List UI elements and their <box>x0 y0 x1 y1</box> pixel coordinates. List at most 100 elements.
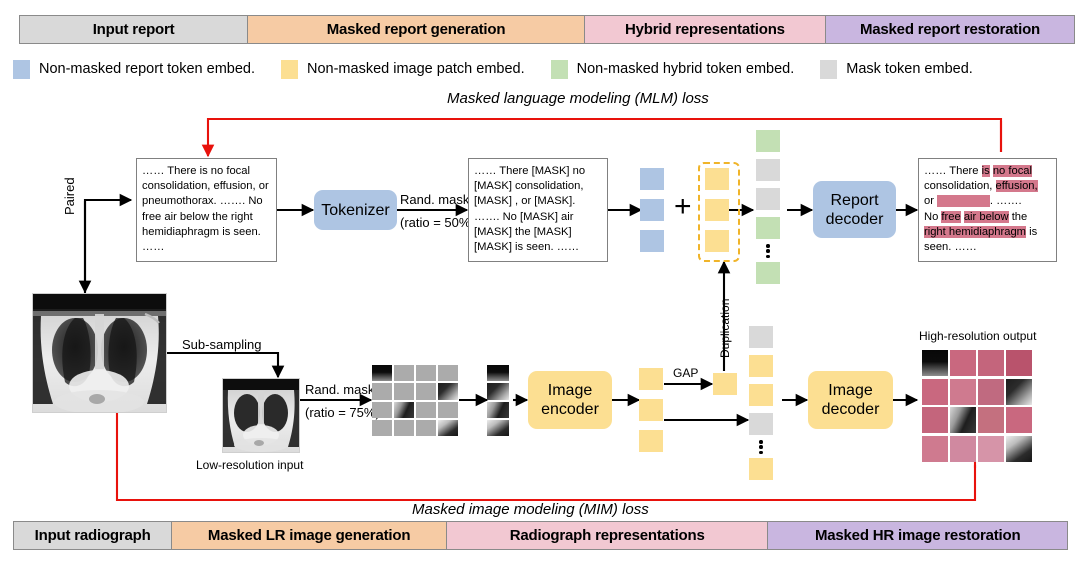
phase-radiograph-representations: Radiograph representations <box>446 522 769 549</box>
patch-reconstructed <box>978 435 1004 462</box>
mask-token <box>749 326 773 348</box>
text-span: No <box>924 210 942 223</box>
restored-report-box: …… There is no focal consolidation, effu… <box>918 158 1057 262</box>
rand-mask-image-line1: Rand. mask <box>305 382 375 397</box>
phase-masked-lr-image-generation: Masked LR image generation <box>172 522 447 549</box>
patch-visible <box>438 383 458 400</box>
tokenizer-module: Tokenizer <box>314 190 397 230</box>
masked-patch-grid <box>372 365 458 436</box>
image-patch-token <box>749 458 773 480</box>
phase-input-radiograph: Input radiograph <box>14 522 173 549</box>
hybrid-token <box>756 262 780 284</box>
visible-patch-strip <box>487 365 509 436</box>
patch-masked <box>394 419 414 436</box>
rand-mask-text-line2: (ratio = 50%) <box>400 215 475 230</box>
high-resolution-output-label: High-resolution output <box>919 329 1037 343</box>
patch-token <box>705 168 729 190</box>
restored-report-line: right hemidiaphragm is <box>924 225 1052 240</box>
patch-visible <box>487 383 509 400</box>
phase-masked-report-restoration: Masked report restoration <box>825 16 1075 43</box>
patch-masked <box>394 365 414 382</box>
duplication-label: Duplication <box>718 298 732 358</box>
gap-token <box>713 373 737 395</box>
phase-masked-hr-image-restoration: Masked HR image restoration <box>768 522 1067 549</box>
report-token <box>640 230 664 252</box>
masked-report-text: …… There [MASK] no [MASK] consolidation,… <box>474 165 586 254</box>
patch-token <box>705 230 729 252</box>
phase-label: Input report <box>92 21 175 38</box>
patch-token <box>705 199 729 221</box>
text-span-highlight: right hemidiaphragm <box>924 225 1026 238</box>
image-patch-token <box>639 399 663 421</box>
phase-label: Masked LR image generation <box>207 527 411 544</box>
patch-reconstructed <box>922 407 948 434</box>
input-report-box: …… There is no focal consolidation, effu… <box>136 158 277 262</box>
masked-report-box: …… There [MASK] no [MASK] consolidation,… <box>468 158 608 262</box>
patch-reconstructed <box>1006 407 1032 434</box>
text-span-highlight: is <box>981 165 990 177</box>
gap-label: GAP <box>673 366 699 380</box>
text-span: the <box>1008 210 1028 223</box>
sub-sampling-label: Sub-sampling <box>182 337 262 352</box>
legend-item-report-token: Non-masked report token embed. <box>13 59 255 79</box>
hybrid-token-column <box>756 130 784 284</box>
patch-reconstructed <box>978 378 1004 405</box>
patch-reconstructed <box>950 378 976 405</box>
text-span: . ……. <box>989 195 1022 208</box>
text-span: …… There <box>924 165 982 177</box>
low-resolution-input-label: Low-resolution input <box>196 458 304 472</box>
image-decoder-module: Image decoder <box>808 371 893 429</box>
text-span: consolidation, <box>924 180 996 193</box>
patch-masked <box>372 401 392 418</box>
arrow-layer <box>78 117 1003 502</box>
patch-original <box>922 350 948 377</box>
image-encoder-label-line1: Image <box>547 382 593 399</box>
patch-masked <box>416 401 436 418</box>
top-phase-bar: Input report Masked report generation Hy… <box>19 15 1075 44</box>
image-encoder-module: Image encoder <box>528 371 612 429</box>
text-span-highlight: effusion, <box>995 180 1038 193</box>
mask-token <box>756 188 780 210</box>
legend: Non-masked report token embed. Non-maske… <box>13 58 1071 80</box>
vertical-ellipsis <box>759 440 764 454</box>
image-patch-token <box>749 355 773 377</box>
image-patch-token <box>749 384 773 406</box>
legend-swatch-blue <box>13 59 30 79</box>
patch-masked <box>372 419 392 436</box>
plus-sign: + <box>674 190 692 223</box>
low-resolution-image <box>222 378 300 453</box>
phase-label: Masked report generation <box>326 21 506 38</box>
patch-reconstructed <box>950 350 976 377</box>
phase-label: Radiograph representations <box>509 527 705 544</box>
patch-reconstructed <box>978 350 1004 377</box>
patch-masked <box>416 365 436 382</box>
text-span-highlight <box>937 195 990 208</box>
restored-report-line: …… There is no focal <box>924 164 1052 179</box>
legend-item-hybrid-token: Non-masked hybrid token embed. <box>550 59 794 79</box>
image-encoder-label-line2: encoder <box>541 401 599 418</box>
patch-original <box>1006 378 1032 405</box>
legend-label: Non-masked image patch embed. <box>307 61 525 77</box>
phase-label: Masked HR image restoration <box>814 527 1021 544</box>
patch-visible <box>487 419 509 436</box>
hybrid-token <box>756 217 780 239</box>
patch-reconstructed <box>1006 350 1032 377</box>
legend-item-image-patch: Non-masked image patch embed. <box>281 59 525 79</box>
report-token <box>640 168 664 190</box>
legend-label: Mask token embed. <box>846 61 973 77</box>
patch-reconstructed <box>922 435 948 462</box>
report-decoder-label-line1: Report <box>830 191 879 209</box>
text-span: seen. …… <box>924 241 977 254</box>
text-span-highlight: no focal <box>992 165 1033 177</box>
text-span-highlight: free <box>941 210 961 223</box>
legend-swatch-gray <box>820 59 838 79</box>
text-span: or <box>924 195 938 208</box>
figure-canvas: Input report Masked report generation Hy… <box>0 0 1080 576</box>
image-decoder-token-column <box>749 326 777 480</box>
tokenizer-label: Tokenizer <box>321 201 390 219</box>
patch-visible <box>487 401 509 418</box>
legend-item-mask-token: Mask token embed. <box>820 59 973 79</box>
restored-report-line: seen. …… <box>924 240 1052 255</box>
legend-swatch-yellow <box>281 59 298 79</box>
phase-label: Input radiograph <box>34 527 151 544</box>
